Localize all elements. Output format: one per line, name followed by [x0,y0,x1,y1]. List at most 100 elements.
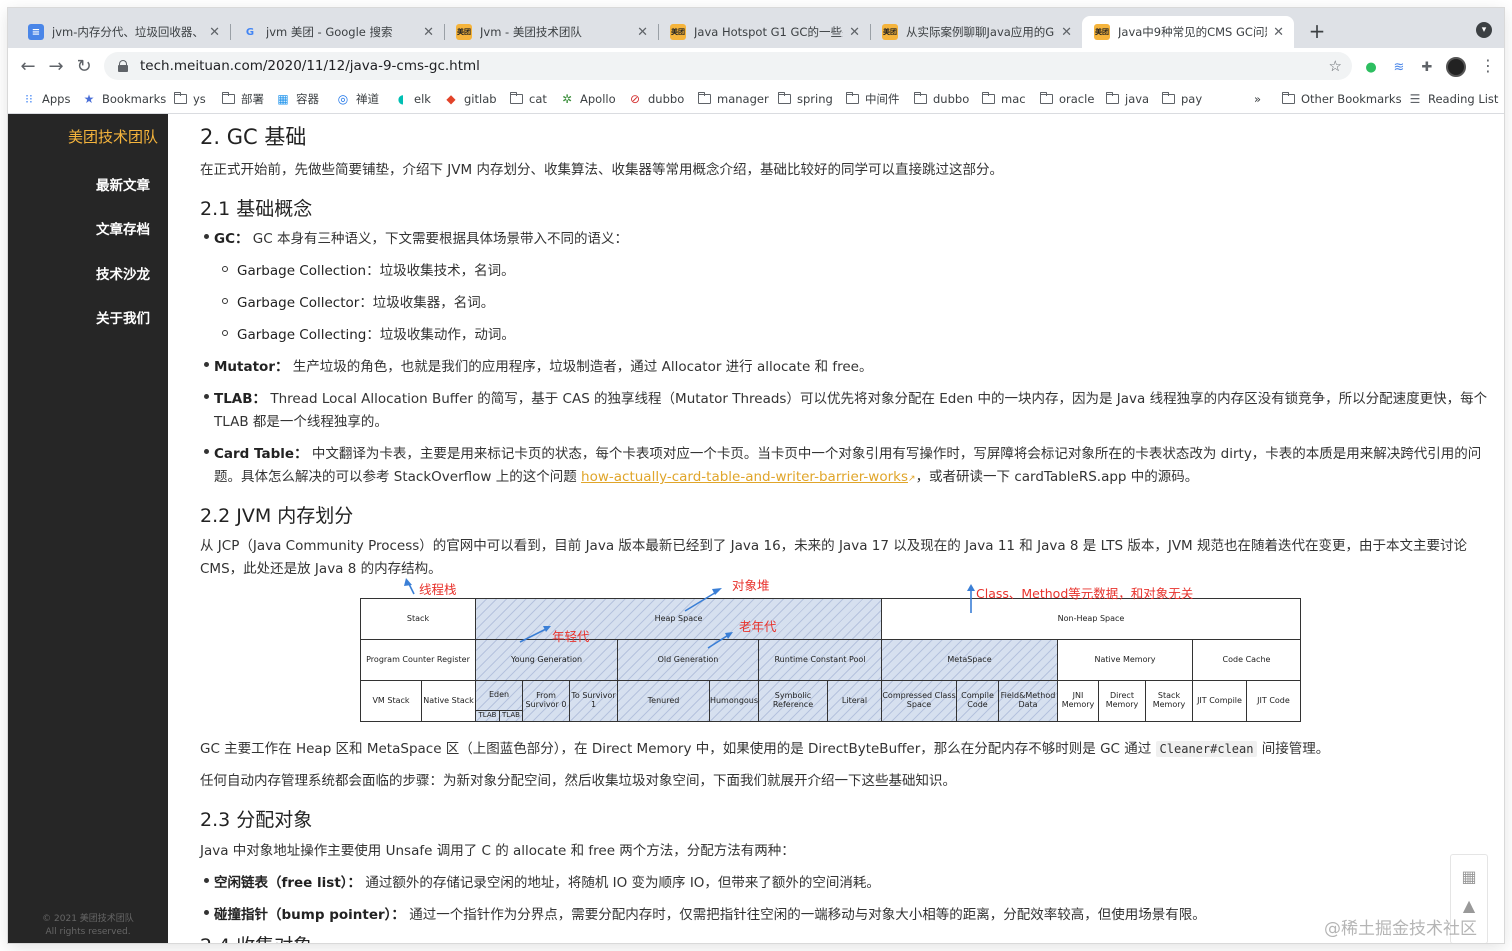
nav-archive[interactable]: 文章存档 [8,218,168,238]
bookmark-label: pay [1181,92,1203,106]
tab-2[interactable]: G jvm 美团 - Google 搜索 ✕ [230,16,444,48]
forward-button[interactable]: → [42,52,70,80]
zentao-icon: ◎ [337,92,349,106]
tab-label: jvm 美团 - Google 搜索 [266,25,393,39]
article-content: 2. GC 基础 在正式开始前，先做些简要铺垫，介绍下 JVM 内存划分、收集算… [168,114,1504,943]
bookmark-label: Other Bookmarks [1301,92,1402,106]
stackoverflow-link[interactable]: how-actually-card-table-and-writer-barri… [581,469,908,485]
bookmark-oracle[interactable]: oracle [1040,90,1094,108]
bullet-free-list: 空闲链表（free list）： 通过额外的存储记录空闲的地址，将随机 IO 变… [214,875,880,891]
reading-list-button[interactable]: ☰ Reading List [1408,90,1499,108]
apps-grid-icon: ⁝⁝ [25,92,33,106]
extension-layers-icon[interactable]: ≋ [1390,58,1408,76]
nav-about[interactable]: 关于我们 [8,307,168,327]
folder-icon [778,92,791,104]
heading-gc-basics: 2. GC 基础 [200,125,307,149]
cell-jit-compile: JIT Compile [1192,680,1247,722]
bookmark-star-icon[interactable]: ☆ [1329,57,1342,75]
meituan-icon: 美团 [670,24,686,40]
bullet-gc: GC： GC 本身有三种语义，下文需要根据具体场景带入不同的语义： [214,231,628,247]
tab-label: Jvm - 美团技术团队 [480,25,582,39]
heading-alloc: 2.3 分配对象 [200,809,313,831]
cell-vm-stack: VM Stack [360,680,422,722]
bookmark-other[interactable]: Other Bookmarks [1282,90,1402,108]
cell-literal: Literal [827,680,882,722]
bookmark-label: dubbo [933,92,970,106]
bookmark-java[interactable]: java [1106,90,1149,108]
bookmarks-overflow-button[interactable]: » [1254,90,1261,108]
reload-button[interactable]: ↻ [70,52,98,80]
address-bar[interactable]: tech.meituan.com/2020/11/12/java-9-cms-g… [104,52,1352,80]
bookmark-middleware[interactable]: 中间件 [846,90,900,108]
annotation-arrows [404,578,975,649]
gitlab-icon: ◆ [446,92,456,106]
close-icon[interactable]: ✕ [423,25,434,40]
tab-4[interactable]: 美团 Java Hotspot G1 GC的一些关键 ✕ [658,16,870,48]
site-brand[interactable]: 美团技术团队 [8,126,168,147]
bullet-tlab: TLAB： Thread Local Allocation Buffer 的简写… [214,391,1488,407]
cell-tlab-1: TLAB [475,710,500,722]
bookmark-deploy[interactable]: 部署 [222,90,264,108]
new-tab-button[interactable]: + [1304,18,1330,44]
tab-5[interactable]: 美团 从实际案例聊聊Java应用的GC优 ✕ [870,16,1082,48]
bookmark-zentao[interactable]: ◎ 禅道 [336,90,379,108]
copyright: © 2021 美团技术团队 [42,914,134,924]
tab-1[interactable]: ≡ jvm-内存分代、垃圾回收器、垃 ✕ [16,16,230,48]
doc-icon: ≡ [28,24,44,40]
bookmark-spring[interactable]: spring [778,90,833,108]
cell-survivor-0: From Survivor 0 [522,680,570,722]
close-icon[interactable]: ✕ [209,25,220,40]
cell-tenured: Tenured [617,680,710,722]
reading-list-icon: ☰ [1409,92,1421,106]
bookmark-container[interactable]: ▦ 容器 [276,90,319,108]
bullet-bump-pointer: 碰撞指针（bump pointer）： 通过一个指针作为分界点，需要分配内存时，… [214,907,1206,923]
menu-icon[interactable]: ⋮ [1480,56,1496,75]
folder-icon [914,92,927,104]
close-icon[interactable]: ✕ [637,25,648,40]
close-icon[interactable]: ✕ [1273,25,1284,40]
bookmark-label: manager [717,92,769,106]
tab-label: 从实际案例聊聊Java应用的GC优 [906,25,1055,39]
bookmark-label: oracle [1059,92,1095,106]
puzzle-icon[interactable]: ✚ [1418,58,1436,76]
bookmark-bookmarks[interactable]: ★ Bookmarks [82,90,167,108]
rights-reserved: All rights reserved. [45,927,131,937]
bullet-card-table-line2: 题。具体怎么解决的可以参考 StackOverflow 上的这个问题 how-a… [214,469,1199,485]
bookmark-label: gitlab [464,92,497,106]
tab-search-icon[interactable]: ▾ [1476,22,1492,38]
tab-3[interactable]: 美团 Jvm - 美团技术团队 ✕ [444,16,658,48]
bookmark-label: Apps [42,92,71,106]
tab-6-active[interactable]: 美团 Java中9种常见的CMS GC问题分 ✕ [1082,16,1294,48]
bookmark-dubbo-2[interactable]: dubbo [914,90,969,108]
cell-compile-code: Compile Code [956,680,999,722]
cell-survivor-1: To Survivor 1 [569,680,618,722]
folder-icon [1282,92,1295,104]
bookmark-apollo[interactable]: ✲ Apollo [560,90,616,108]
sub-bullet-collection: Garbage Collection：垃圾收集技术，名词。 [237,263,515,279]
nav-salon[interactable]: 技术沙龙 [8,263,168,283]
nav-latest[interactable]: 最新文章 [8,174,168,194]
cell-symbolic-ref: Symbolic Reference [758,680,828,722]
bookmark-dubbo-1[interactable]: ⊘ dubbo [628,90,684,108]
evernote-icon[interactable]: ● [1362,58,1380,76]
cell-compressed-class: Compressed Class Space [881,680,957,722]
browser-toolbar: ← → ↻ tech.meituan.com/2020/11/12/java-9… [8,48,1504,84]
folder-icon [510,92,523,104]
bookmark-apps[interactable]: ⁝⁝ Apps [22,90,70,108]
bookmark-label: 容器 [296,92,319,106]
bookmark-label: 禅道 [356,92,379,106]
bookmarks-bar: ⁝⁝ Apps ★ Bookmarks ys 部署 ▦ 容器 ◎ 禅道 ◖ el… [8,84,1504,114]
bookmark-manager[interactable]: manager [698,90,769,108]
cell-jni-memory: JNI Memory [1057,680,1099,722]
avatar[interactable] [1446,57,1466,77]
bookmark-mac[interactable]: mac [982,90,1026,108]
bookmark-cat[interactable]: cat [510,90,547,108]
tab-label: Java中9种常见的CMS GC问题分 [1118,25,1267,39]
bookmark-gitlab[interactable]: ◆ gitlab [444,90,497,108]
close-icon[interactable]: ✕ [849,25,860,40]
bookmark-ys[interactable]: ys [174,90,206,108]
bookmark-pay[interactable]: pay [1162,90,1202,108]
close-icon[interactable]: ✕ [1061,25,1072,40]
bookmark-elk[interactable]: ◖ elk [394,90,431,108]
back-button[interactable]: ← [14,52,42,80]
